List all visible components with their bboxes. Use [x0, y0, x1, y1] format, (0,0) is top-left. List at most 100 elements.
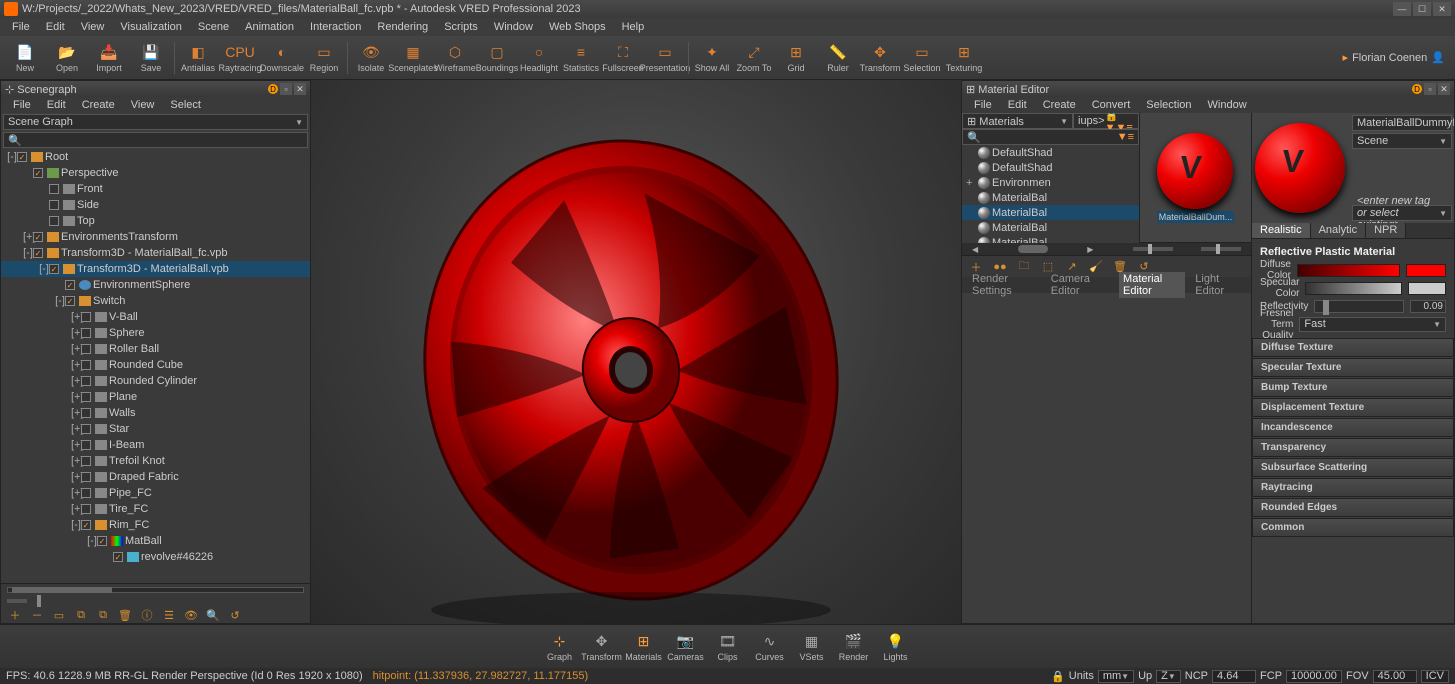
add-icon[interactable]: ＋	[7, 607, 23, 623]
tab-analytic[interactable]: Analytic	[1311, 223, 1367, 238]
tree-node[interactable]: [+]Roller Ball	[1, 341, 310, 357]
tool-boundings[interactable]: ▢Boundings	[476, 38, 518, 78]
specular-color-solid[interactable]	[1408, 282, 1446, 295]
bottom-tool-render[interactable]: 🎬Render	[833, 627, 875, 667]
panel-close-button[interactable]: ✕	[1438, 83, 1450, 95]
tree-node[interactable]: [+]I-Beam	[1, 437, 310, 453]
visibility-checkbox[interactable]	[49, 200, 59, 210]
fresnel-dropdown[interactable]: Fast▼	[1299, 317, 1446, 332]
scenegraph-tree[interactable]: [-]✓Root✓PerspectiveFrontSideTop[+]✓Envi…	[1, 149, 310, 583]
viewport[interactable]	[311, 80, 961, 624]
visibility-checkbox[interactable]	[81, 424, 91, 434]
maximize-button[interactable]: ☐	[1413, 2, 1431, 16]
tree-node[interactable]: [-]✓Transform3D - MaterialBall.vpb	[1, 261, 310, 277]
section-subsurface-scattering[interactable]: Subsurface Scattering	[1252, 458, 1454, 477]
close-button[interactable]: ✕	[1433, 2, 1451, 16]
visibility-checkbox[interactable]	[81, 472, 91, 482]
icv-button[interactable]: ICV	[1421, 670, 1449, 683]
tool-region[interactable]: ▭Region	[303, 38, 345, 78]
visibility-checkbox[interactable]: ✓	[49, 264, 59, 274]
user-area[interactable]: ▸ Florian Coenen 👤	[1343, 51, 1451, 64]
section-incandescence[interactable]: Incandescence	[1252, 418, 1454, 437]
bottom-tool-cameras[interactable]: 📷Cameras	[665, 627, 707, 667]
groups-combo[interactable]: iups>🔒▼▼≡	[1073, 113, 1139, 129]
expander-icon[interactable]: [+]	[71, 311, 81, 323]
tree-node[interactable]: [+]Pipe_FC	[1, 485, 310, 501]
material-list-item[interactable]: DefaultShad	[962, 145, 1139, 160]
tree-node[interactable]: [+]✓EnvironmentsTransform	[1, 229, 310, 245]
ncp-field[interactable]: 4.64	[1212, 670, 1256, 683]
visibility-checkbox[interactable]	[81, 504, 91, 514]
menu-scene[interactable]: Scene	[190, 19, 237, 35]
expander-icon[interactable]: [+]	[71, 327, 81, 339]
expander-icon[interactable]: [+]	[71, 439, 81, 451]
expander-icon[interactable]: [+]	[23, 231, 33, 243]
me-menu-create[interactable]: Create	[1035, 97, 1084, 113]
tree-node[interactable]: [+]Trefoil Knot	[1, 453, 310, 469]
expander-icon[interactable]: [-]	[39, 263, 49, 275]
visibility-checkbox[interactable]	[81, 312, 91, 322]
menu-edit[interactable]: Edit	[38, 19, 73, 35]
materials-search[interactable]: 🔍 ▼≡	[962, 129, 1139, 145]
expander-icon[interactable]: [+]	[71, 455, 81, 467]
reflectivity-value[interactable]: 0.09	[1410, 300, 1446, 313]
expander-icon[interactable]: [+]	[71, 343, 81, 355]
tool-save[interactable]: 💾Save	[130, 38, 172, 78]
expander-icon[interactable]: [+]	[71, 375, 81, 387]
tool-fullscreen[interactable]: ⛶Fullscreen	[602, 38, 644, 78]
tree-node[interactable]: Top	[1, 213, 310, 229]
units-combo[interactable]: mm ▼	[1098, 670, 1134, 683]
expander-icon[interactable]: [-]	[55, 295, 65, 307]
menu-animation[interactable]: Animation	[237, 19, 302, 35]
badge-d-icon[interactable]: D	[1412, 84, 1422, 94]
reflectivity-slider[interactable]	[1314, 300, 1404, 313]
menu-window[interactable]: Window	[486, 19, 541, 35]
fcp-field[interactable]: 10000.00	[1286, 670, 1342, 683]
expander-icon[interactable]: [+]	[71, 407, 81, 419]
material-list-item[interactable]: DefaultShad	[962, 160, 1139, 175]
visibility-checkbox[interactable]	[81, 440, 91, 450]
tree-node[interactable]: [-]✓Root	[1, 149, 310, 165]
menu-rendering[interactable]: Rendering	[369, 19, 436, 35]
tool-isolate[interactable]: 👁Isolate	[350, 38, 392, 78]
tool-new[interactable]: 📄New	[4, 38, 46, 78]
tool-ruler[interactable]: 📏Ruler	[817, 38, 859, 78]
preview-zoom-slider[interactable]	[1133, 247, 1173, 251]
tool-sceneplates[interactable]: ▦Sceneplates	[392, 38, 434, 78]
sg-menu-edit[interactable]: Edit	[39, 97, 74, 113]
tool-downscale[interactable]: ◐Downscale	[261, 38, 303, 78]
fov-field[interactable]: 45.00	[1373, 670, 1417, 683]
tree-node[interactable]: ✓EnvironmentSphere	[1, 277, 310, 293]
tab-npr[interactable]: NPR	[1366, 223, 1406, 238]
material-list-item[interactable]: MaterialBal	[962, 235, 1139, 243]
remove-icon[interactable]: －	[29, 607, 45, 623]
expander-icon[interactable]: [-]	[7, 151, 17, 163]
material-list-item[interactable]: +Environmen	[962, 175, 1139, 190]
tool-presentation[interactable]: ▭Presentation	[644, 38, 686, 78]
preview-zoom-slider-2[interactable]	[1201, 247, 1241, 251]
tool-statistics[interactable]: ≡Statistics	[560, 38, 602, 78]
bottom-tool-lights[interactable]: 💡Lights	[875, 627, 917, 667]
menu-visualization[interactable]: Visualization	[112, 19, 190, 35]
diffuse-color-swatch[interactable]	[1297, 264, 1400, 277]
visibility-checkbox[interactable]: ✓	[17, 152, 27, 162]
material-tag-field[interactable]: <enter new tag or select existing>▼	[1352, 205, 1452, 221]
specular-color-swatch[interactable]	[1305, 282, 1402, 295]
up-combo[interactable]: Z ▼	[1156, 670, 1181, 683]
materials-combo[interactable]: ⊞ Materials▼	[962, 113, 1073, 129]
link-icon[interactable]: ⧉	[95, 607, 111, 623]
properties-icon[interactable]: ☰	[161, 607, 177, 623]
tool-import[interactable]: 📥Import	[88, 38, 130, 78]
expander-icon[interactable]: [-]	[23, 247, 33, 259]
scenegraph-search[interactable]: 🔍	[3, 132, 308, 148]
tree-node[interactable]: [+]V-Ball	[1, 309, 310, 325]
bottom-tool-graph[interactable]: ⊹Graph	[539, 627, 581, 667]
expander-icon[interactable]: [-]	[87, 535, 97, 547]
visibility-checkbox[interactable]: ✓	[97, 536, 107, 546]
tree-node[interactable]: [-]✓MatBall	[1, 533, 310, 549]
expander-icon[interactable]: [+]	[71, 487, 81, 499]
tree-node[interactable]: [+]Rounded Cube	[1, 357, 310, 373]
visibility-checkbox[interactable]	[81, 376, 91, 386]
menu-view[interactable]: View	[73, 19, 113, 35]
material-list-item[interactable]: MaterialBal	[962, 190, 1139, 205]
